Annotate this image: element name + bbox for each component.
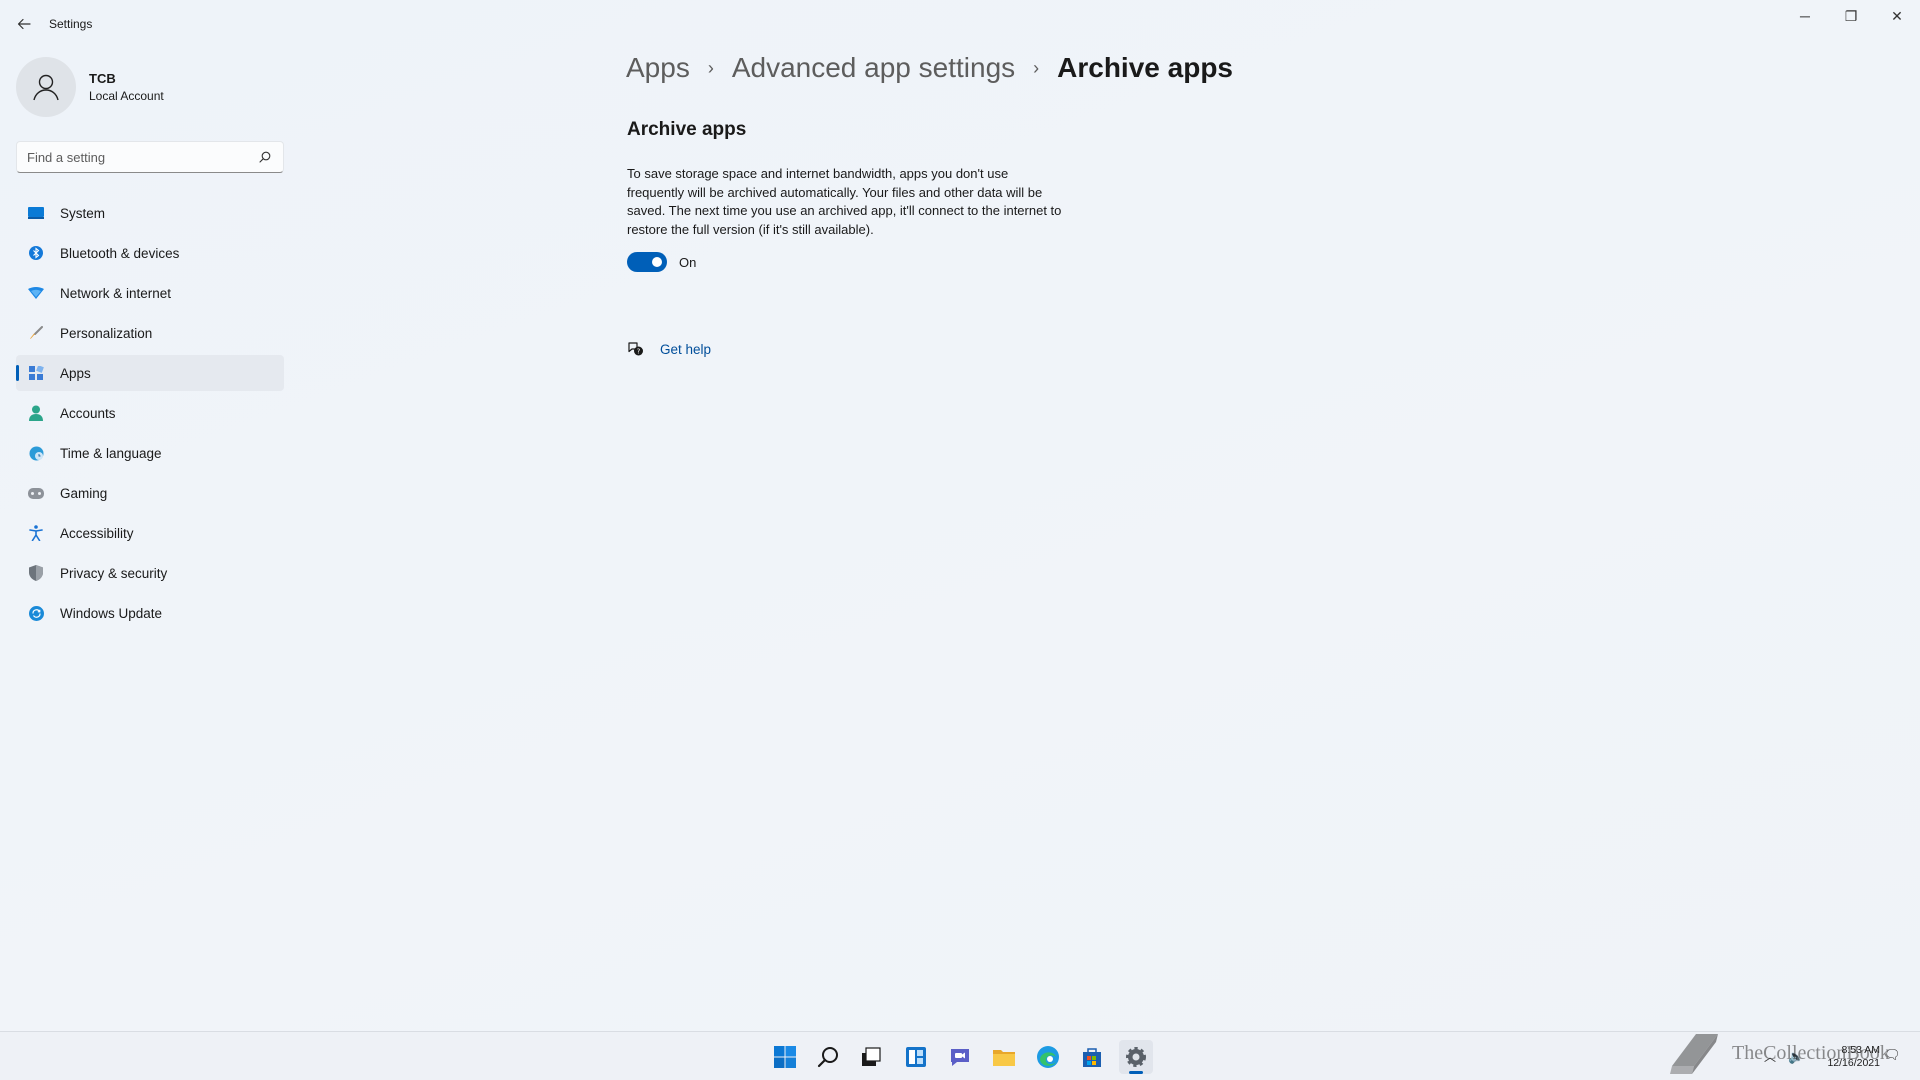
archive-toggle-row: On: [627, 252, 696, 272]
sidebar-item-accessibility[interactable]: Accessibility: [16, 515, 284, 551]
widgets-button[interactable]: [899, 1040, 933, 1074]
close-icon: ✕: [1891, 7, 1903, 24]
file-explorer-icon: [993, 1050, 1015, 1066]
sidebar-item-label: Network & internet: [60, 285, 172, 301]
chevron-right-icon: ›: [707, 57, 714, 78]
minimize-icon: ─: [1800, 8, 1810, 24]
archive-description: To save storage space and internet bandw…: [627, 166, 1062, 237]
sidebar-item-label: Time & language: [60, 445, 162, 461]
watermark-text: TheCollectionBook: [1732, 1041, 1890, 1064]
search-icon[interactable]: [257, 149, 273, 165]
back-button[interactable]: [12, 12, 36, 36]
minimize-button[interactable]: ─: [1782, 0, 1828, 32]
start-button[interactable]: [768, 1040, 802, 1074]
page-title: Archive apps: [1057, 52, 1233, 83]
breadcrumb: Apps › Advanced app settings › Archive a…: [626, 52, 1233, 84]
toggle-knob: [652, 257, 662, 267]
search-box[interactable]: [16, 141, 284, 173]
sidebar-item-label: Bluetooth & devices: [60, 245, 180, 261]
start-icon: [774, 1046, 796, 1068]
section-title: Archive apps: [627, 119, 747, 140]
avatar: [16, 57, 76, 117]
sidebar-item-windows-update[interactable]: Windows Update: [16, 595, 284, 631]
maximize-button[interactable]: ❐: [1828, 0, 1874, 32]
chevron-right-icon: ›: [1033, 57, 1040, 78]
profile-name: TCB: [89, 71, 116, 86]
task-view-icon: [862, 1047, 881, 1066]
svg-text:?: ?: [637, 348, 641, 356]
taskbar-search-button[interactable]: [811, 1040, 845, 1074]
chat-icon: [951, 1049, 969, 1066]
settings-taskbar-button[interactable]: [1119, 1040, 1153, 1074]
selection-indicator: [16, 365, 19, 381]
apps-icon: [28, 365, 44, 381]
sidebar-item-label: Gaming: [60, 485, 108, 501]
title-bar: Settings ─ ❐ ✕: [0, 0, 1920, 48]
edge-icon: [1037, 1046, 1059, 1068]
brush-icon: [28, 325, 44, 341]
edge-button[interactable]: [1031, 1040, 1065, 1074]
user-profile[interactable]: TCB Local Account: [16, 57, 164, 117]
network-icon: [28, 285, 44, 301]
shield-icon: [28, 565, 44, 581]
toggle-state-label: On: [679, 254, 697, 270]
help-chat-icon: ?: [627, 340, 645, 358]
sidebar-item-label: Apps: [60, 365, 91, 381]
system-icon: [28, 205, 44, 221]
bluetooth-icon: [28, 245, 44, 261]
task-view-button[interactable]: [854, 1040, 888, 1074]
gamepad-icon: [28, 485, 44, 501]
sidebar-item-privacy-security[interactable]: Privacy & security: [16, 555, 284, 591]
sidebar-item-apps[interactable]: Apps: [16, 355, 284, 391]
back-arrow-icon: [17, 18, 31, 30]
sidebar-item-label: Accounts: [60, 405, 116, 421]
archive-apps-toggle[interactable]: [627, 252, 667, 272]
sidebar-item-label: Accessibility: [60, 525, 134, 541]
sidebar-item-bluetooth[interactable]: Bluetooth & devices: [16, 235, 284, 271]
update-icon: [28, 605, 44, 621]
sidebar-item-gaming[interactable]: Gaming: [16, 475, 284, 511]
sidebar-item-system[interactable]: System: [16, 195, 284, 231]
watermark: TheCollectionBook: [1668, 1030, 1890, 1076]
user-icon: [33, 74, 59, 101]
taskbar: ︿ 🔈 8:53 AM 12/16/2021 🗨: [0, 1031, 1920, 1080]
sidebar-item-accounts[interactable]: Accounts: [16, 395, 284, 431]
app-title: Settings: [49, 17, 93, 31]
sidebar-item-label: Windows Update: [60, 605, 163, 621]
close-button[interactable]: ✕: [1874, 0, 1920, 32]
get-help-row: ? Get help: [627, 340, 711, 358]
settings-window: Settings ─ ❐ ✕ TCB Local Account Find a …: [0, 0, 1920, 1031]
get-help-link[interactable]: Get help: [660, 342, 711, 357]
book-icon: [1670, 1034, 1718, 1074]
accounts-icon: [28, 405, 44, 421]
sidebar-item-time-language[interactable]: Time & language: [16, 435, 284, 471]
sidebar-item-personalization[interactable]: Personalization: [16, 315, 284, 351]
store-button[interactable]: [1075, 1040, 1109, 1074]
sidebar-item-label: Personalization: [60, 325, 153, 341]
sidebar-item-label: Privacy & security: [60, 565, 168, 581]
chat-button[interactable]: [943, 1040, 977, 1074]
breadcrumb-advanced-app-settings[interactable]: Advanced app settings: [732, 52, 1015, 84]
sidebar-item-label: System: [60, 205, 106, 221]
globe-clock-icon: [28, 445, 44, 461]
active-app-indicator: [1129, 1071, 1143, 1074]
widgets-icon: [906, 1047, 926, 1067]
breadcrumb-apps[interactable]: Apps: [626, 52, 690, 84]
settings-icon: [1126, 1047, 1146, 1067]
profile-account-type: Local Account: [89, 89, 164, 103]
restore-icon: ❐: [1844, 7, 1858, 24]
store-icon: [1083, 1048, 1101, 1067]
search-input[interactable]: [27, 149, 257, 165]
search-icon: [817, 1047, 838, 1068]
file-explorer-button[interactable]: [987, 1040, 1021, 1074]
sidebar-item-network[interactable]: Network & internet: [16, 275, 284, 311]
accessibility-icon: [28, 525, 44, 541]
